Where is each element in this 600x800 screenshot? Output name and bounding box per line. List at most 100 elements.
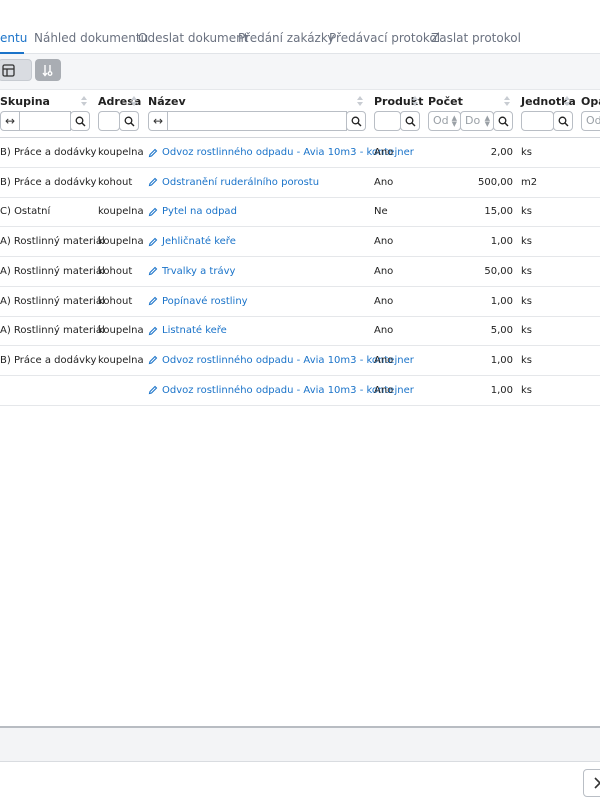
column-header-nazev[interactable]: Název — [148, 95, 186, 108]
table-row[interactable]: C) Ostatní koupelna Pytel na odpad Ne 15,00 k… — [0, 197, 600, 228]
pencil-icon — [148, 237, 158, 246]
cell-produkt: Ano — [374, 325, 394, 337]
filter-search-produkt[interactable] — [400, 111, 420, 131]
table-row[interactable]: A) Rostlinný materiál kohout Popínavé rost… — [0, 287, 600, 317]
table-row[interactable]: A) Rostlinný materiál kohout Trvalky a trá… — [0, 257, 600, 287]
sort-settings-button[interactable] — [35, 59, 61, 81]
tab-handover-protocol[interactable]: Předávací protokol — [329, 31, 440, 45]
cell-skupina: A) Rostlinný materiál — [0, 236, 105, 248]
cell-nazev: Pytel na odpad — [162, 206, 237, 218]
table-row[interactable]: A) Rostlinný materiál koupelna Jehličnaté … — [0, 227, 600, 258]
cell-nazev-link[interactable]: Jehličnaté keře — [148, 236, 236, 247]
cell-produkt: Ano — [374, 147, 394, 158]
tab-document-preview[interactable]: Náhled dokumentu — [34, 31, 148, 45]
column-header-pocet[interactable]: Počet — [428, 95, 463, 108]
table-row[interactable]: B) Práce a dodávky koupelna Odvoz rostlinn… — [0, 138, 600, 168]
filter-input-adresa[interactable] — [98, 111, 120, 131]
search-icon — [351, 116, 361, 126]
filter-search-pocet[interactable] — [493, 111, 513, 131]
filter-pocet-to[interactable]: Do ▲ ▼ — [460, 111, 494, 131]
table-grid-icon — [2, 63, 15, 77]
cell-nazev: Listnaté keře — [162, 325, 227, 337]
search-icon — [405, 116, 415, 126]
cell-adresa: koupelna — [98, 354, 144, 366]
range-from-label: Od — [433, 114, 449, 127]
cell-jednotka: m2 — [521, 176, 538, 188]
filter-search-nazev[interactable] — [346, 111, 366, 131]
cell-pocet: 1,00 — [490, 384, 513, 396]
cell-skupina: A) Rostlinný materiál — [0, 265, 105, 277]
column-header-skupina[interactable]: Skupina — [0, 95, 50, 108]
cell-adresa: kohout — [98, 176, 133, 188]
filter-input-skupina[interactable] — [19, 111, 71, 131]
pencil-icon — [148, 385, 158, 395]
cell-adresa: kohout — [98, 265, 133, 277]
cell-jednotka: ks — [521, 354, 533, 366]
cell-adresa: koupelna — [98, 147, 144, 158]
cell-produkt: Ano — [374, 384, 394, 396]
tab-document[interactable]: entu — [0, 31, 27, 45]
sort-arrows-icon[interactable] — [356, 95, 364, 107]
cell-skupina: C) Ostatní — [0, 206, 51, 218]
filter-swap-nazev[interactable]: ↔ — [148, 111, 168, 131]
table-row[interactable]: A) Rostlinný materiál koupelna Listnaté ke… — [0, 316, 600, 347]
filter-input-nazev[interactable] — [167, 111, 347, 131]
table-row[interactable]: B) Práce a dodávky koupelna Odvoz rostlinn… — [0, 346, 600, 376]
search-icon — [498, 116, 508, 126]
filter-search-skupina[interactable] — [70, 111, 90, 131]
cell-nazev-link[interactable]: Listnaté keře — [148, 325, 227, 336]
footer-bar — [0, 728, 600, 762]
cell-jednotka: ks — [521, 325, 533, 337]
column-header-opa[interactable]: Opa — [581, 95, 600, 108]
table-row[interactable]: Odvoz rostlinného odpadu - Avia 10m3 - k… — [0, 376, 600, 406]
filter-opa-from[interactable]: Od — [581, 111, 600, 131]
sort-arrows-icon[interactable] — [130, 95, 138, 107]
cell-nazev-link[interactable]: Trvalky a trávy — [148, 266, 235, 277]
cell-adresa: koupelna — [98, 236, 144, 248]
tab-bar: entu Náhled dokumentu Odeslat dokument P… — [0, 0, 600, 54]
tab-order-handover[interactable]: Předání zakázky — [238, 31, 334, 45]
cell-produkt: Ne — [374, 206, 388, 218]
cell-adresa: koupelna — [98, 206, 144, 218]
next-page-button[interactable] — [583, 769, 600, 797]
cell-jednotka: ks — [521, 206, 533, 218]
sort-arrows-icon[interactable] — [563, 95, 571, 107]
filter-search-adresa[interactable] — [119, 111, 139, 131]
search-icon — [558, 116, 568, 126]
cell-adresa: kohout — [98, 295, 133, 307]
column-layout-button[interactable] — [0, 59, 32, 81]
table-row[interactable]: B) Práce a dodávky kohout Odstranění ruder… — [0, 168, 600, 198]
cell-nazev-link[interactable]: Popínavé rostliny — [148, 296, 248, 307]
cell-nazev-link[interactable]: Pytel na odpad — [148, 206, 237, 217]
cell-produkt: Ano — [374, 265, 394, 277]
cell-skupina: A) Rostlinný materiál — [0, 325, 105, 337]
sort-arrows-icon[interactable] — [411, 95, 419, 107]
tab-send-document[interactable]: Odeslat dokument — [138, 31, 248, 45]
range-from-label: Od — [586, 114, 600, 127]
cell-produkt: Ano — [374, 236, 394, 248]
filter-pocet-from[interactable]: Od ▲ ▼ — [428, 111, 461, 131]
filter-search-jednotka[interactable] — [553, 111, 573, 131]
sort-arrows-icon[interactable] — [503, 95, 511, 107]
cell-nazev: Trvalky a trávy — [162, 265, 236, 277]
search-icon — [124, 116, 134, 126]
cell-pocet: 500,00 — [478, 176, 513, 188]
filter-input-produkt[interactable] — [374, 111, 401, 131]
cell-pocet: 1,00 — [490, 354, 513, 366]
pencil-icon — [148, 326, 158, 335]
chevron-right-icon — [594, 777, 600, 789]
search-icon — [75, 116, 85, 126]
sort-arrows-icon[interactable] — [80, 95, 88, 107]
cell-nazev-link[interactable]: Odstranění ruderálního porostu — [148, 177, 319, 188]
filter-swap-skupina[interactable]: ↔ — [0, 111, 20, 131]
pencil-icon — [148, 148, 158, 157]
tab-send-protocol[interactable]: Zaslat protokol — [431, 31, 521, 45]
sort-settings-icon — [42, 64, 53, 77]
cell-pocet: 1,00 — [490, 236, 513, 248]
pencil-icon — [148, 267, 158, 276]
cell-pocet: 5,00 — [490, 325, 513, 337]
cell-nazev: Popínavé rostliny — [162, 295, 248, 307]
cell-jednotka: ks — [521, 265, 533, 277]
filter-input-jednotka[interactable] — [521, 111, 554, 131]
cell-produkt: Ano — [374, 295, 394, 307]
